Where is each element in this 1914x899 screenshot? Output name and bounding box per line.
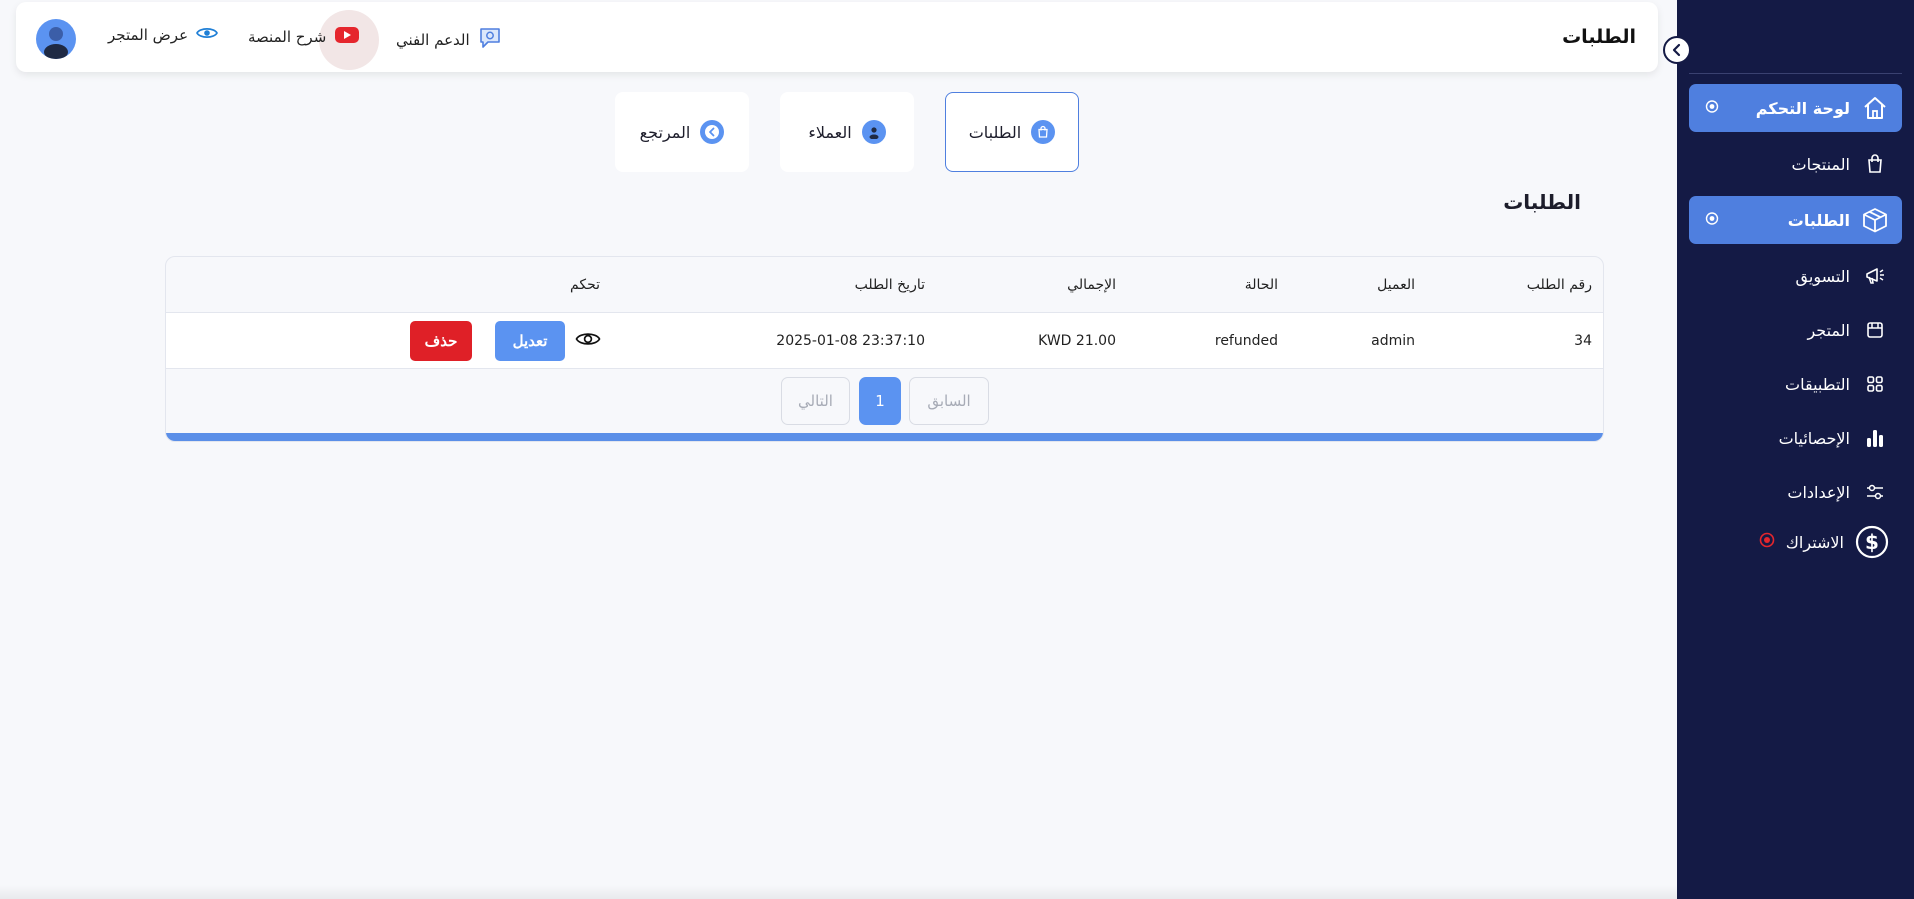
table-row: 34 admin refunded KWD 21.00 2025-01-08 2… [166, 313, 1603, 369]
page-title: الطلبات [1562, 26, 1636, 48]
delete-order-button[interactable]: حذف [410, 320, 472, 361]
column-header-customer: العميل [1377, 276, 1415, 293]
top-header: الطلبات الدعم الفني شرح المنصة عرض المتج… [16, 2, 1658, 72]
view-order-button[interactable] [575, 330, 601, 352]
table-accent-bar [166, 433, 1603, 441]
sidebar-item-orders[interactable]: الطلبات [1689, 196, 1902, 244]
sidebar-item-dashboard[interactable]: لوحة التحكم [1689, 84, 1902, 132]
column-header-actions: تحكم [570, 276, 600, 293]
store-icon [1860, 315, 1890, 345]
sidebar-item-subscription[interactable]: الاشتراك $ [1689, 518, 1902, 566]
edit-order-button[interactable]: تعديل [495, 320, 565, 361]
sidebar-item-apps[interactable]: التطبيقات [1689, 360, 1902, 408]
pagination-prev-button[interactable]: السابق [909, 377, 989, 425]
orders-table: رقم الطلب العميل الحالة الإجمالي تاريخ ا… [165, 256, 1604, 442]
eye-icon [575, 332, 601, 345]
support-link[interactable]: الدعم الفني [396, 25, 504, 55]
avatar[interactable] [36, 19, 76, 59]
svg-text:$: $ [1865, 530, 1879, 554]
support-label: الدعم الفني [396, 31, 470, 49]
column-header-order-number: رقم الطلب [1526, 276, 1592, 293]
sidebar-item-label: التطبيقات [1785, 374, 1850, 394]
support-chat-icon [478, 25, 504, 55]
user-avatar-icon [44, 27, 68, 59]
customer-cell: admin [1371, 332, 1415, 349]
tab-orders[interactable]: الطلبات [945, 92, 1079, 172]
sidebar-item-marketing[interactable]: التسويق [1689, 252, 1902, 300]
order-number-cell: 34 [1574, 332, 1592, 349]
pagination: السابق 1 التالي [166, 377, 1603, 425]
sidebar-item-label: المنتجات [1791, 154, 1851, 174]
sidebar-item-label: المتجر [1807, 320, 1850, 340]
active-indicator-icon [1705, 211, 1719, 230]
dollar-circle-icon: $ [1854, 524, 1890, 560]
box-icon [1860, 205, 1890, 235]
megaphone-icon [1860, 261, 1890, 291]
bottom-shadow [0, 885, 1677, 899]
view-store-link[interactable]: عرض المتجر [108, 25, 219, 45]
bar-chart-icon [1860, 423, 1890, 453]
active-indicator-icon [1705, 99, 1719, 118]
youtube-icon [334, 25, 360, 49]
return-icon [700, 120, 725, 144]
sidebar-item-label: الإعدادات [1787, 482, 1850, 502]
column-header-status: الحالة [1244, 276, 1278, 293]
pagination-next-button[interactable]: التالي [781, 377, 850, 425]
eye-icon [196, 25, 219, 45]
column-header-total: الإجمالي [1067, 276, 1116, 293]
tab-customers[interactable]: العملاء [780, 92, 914, 172]
column-header-date: تاريخ الطلب [854, 276, 925, 293]
sidebar-item-label: التسويق [1795, 266, 1850, 286]
sidebar-item-store[interactable]: المتجر [1689, 306, 1902, 354]
alert-dot-icon [1759, 532, 1775, 552]
tutorial-link[interactable]: شرح المنصة [248, 25, 360, 49]
shopping-bag-icon [1860, 149, 1890, 179]
table-header: رقم الطلب العميل الحالة الإجمالي تاريخ ا… [166, 257, 1603, 313]
sidebar-collapse-button[interactable] [1663, 36, 1691, 64]
section-title: الطلبات [1503, 190, 1581, 214]
tab-label: الطلبات [968, 122, 1022, 142]
tab-label: المرتجع [639, 122, 691, 142]
sidebar-divider [1689, 73, 1902, 74]
bag-icon [1031, 120, 1056, 144]
sidebar-item-settings[interactable]: الإعدادات [1689, 468, 1902, 516]
home-icon [1860, 93, 1890, 123]
user-icon [861, 120, 886, 144]
total-cell: KWD 21.00 [1038, 332, 1116, 349]
status-cell: refunded [1214, 332, 1278, 349]
sidebar-item-label: الطلبات [1787, 210, 1850, 230]
pagination-page-button[interactable]: 1 [859, 377, 901, 425]
tab-label: العملاء [808, 122, 852, 142]
sidebar-item-label: لوحة التحكم [1755, 98, 1850, 118]
sidebar-item-statistics[interactable]: الإحصائيات [1689, 414, 1902, 462]
sidebar-item-products[interactable]: المنتجات [1689, 140, 1902, 188]
sliders-icon [1860, 477, 1890, 507]
tutorial-label: شرح المنصة [248, 28, 327, 46]
tab-bar: الطلبات العملاء المرتجع [0, 92, 1677, 172]
apps-grid-icon [1860, 369, 1890, 399]
tab-returns[interactable]: المرتجع [615, 92, 749, 172]
sidebar: لوحة التحكم المنتجات الطلبات التسويق الم… [1663, 0, 1914, 899]
date-cell: 2025-01-08 23:37:10 [776, 332, 925, 349]
view-store-label: عرض المتجر [108, 26, 189, 44]
sidebar-item-label: الإحصائيات [1778, 428, 1850, 448]
sidebar-item-label: الاشتراك [1785, 532, 1844, 552]
chevron-left-icon [1672, 43, 1681, 57]
